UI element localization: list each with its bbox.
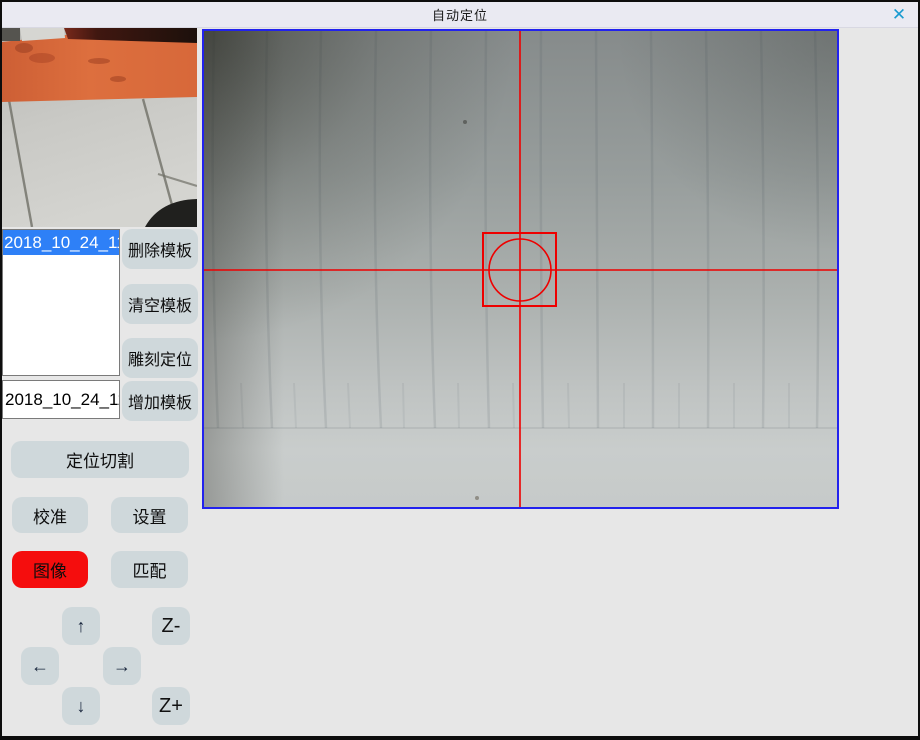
- template-list-item[interactable]: 2018_10_24_11: [3, 230, 119, 255]
- template-thumbnail: [2, 28, 197, 227]
- template-list[interactable]: 2018_10_24_11: [2, 229, 120, 376]
- arrow-down-icon: ↓: [77, 696, 86, 717]
- match-button[interactable]: 匹配: [111, 551, 188, 588]
- image-button[interactable]: 图像: [12, 551, 88, 588]
- add-template-button[interactable]: 增加模板: [122, 381, 198, 421]
- dialog-title: 自动定位: [432, 5, 488, 24]
- jog-z-plus-button[interactable]: Z+: [152, 687, 190, 725]
- camera-view: [202, 29, 839, 509]
- engrave-position-button[interactable]: 雕刻定位: [122, 338, 198, 378]
- delete-template-button[interactable]: 删除模板: [122, 229, 198, 269]
- title-bar[interactable]: 自动定位 ✕: [2, 2, 918, 28]
- auto-position-dialog: 自动定位 ✕: [0, 0, 920, 740]
- arrow-right-icon: →: [113, 656, 131, 677]
- calibrate-button[interactable]: 校准: [12, 497, 88, 533]
- jog-left-button[interactable]: ←: [21, 647, 59, 685]
- clear-templates-button[interactable]: 清空模板: [122, 284, 198, 324]
- position-cut-button[interactable]: 定位切割: [11, 441, 189, 478]
- arrow-left-icon: ←: [31, 656, 49, 677]
- thumbnail-image: [2, 28, 197, 227]
- template-name-input[interactable]: [2, 380, 120, 419]
- jog-down-button[interactable]: ↓: [62, 687, 100, 725]
- arrow-up-icon: ↑: [77, 616, 86, 637]
- settings-button[interactable]: 设置: [111, 497, 188, 533]
- jog-up-button[interactable]: ↑: [62, 607, 100, 645]
- camera-feed: [204, 31, 837, 507]
- jog-right-button[interactable]: →: [103, 647, 141, 685]
- close-icon[interactable]: ✕: [888, 4, 910, 26]
- jog-z-minus-button[interactable]: Z-: [152, 607, 190, 645]
